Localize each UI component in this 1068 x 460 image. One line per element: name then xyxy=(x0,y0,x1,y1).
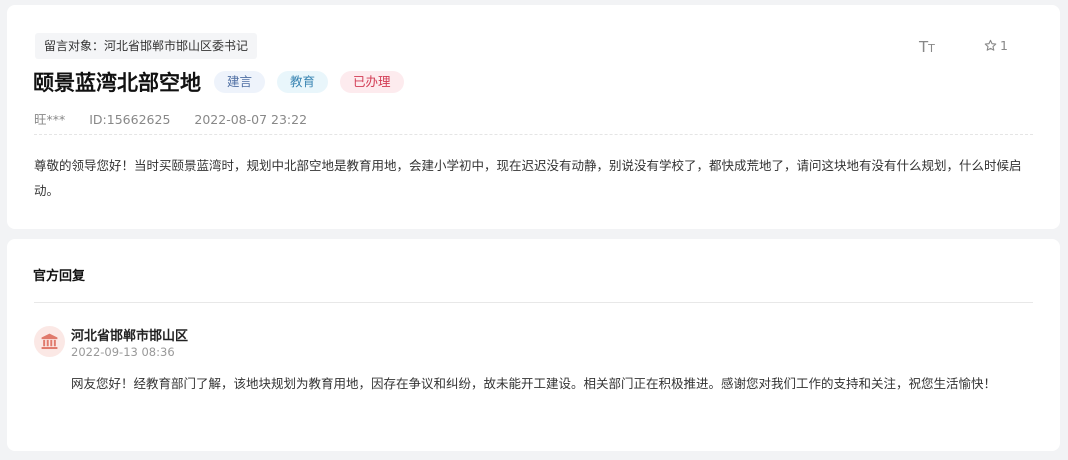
category-badge-suggestion: 建言 xyxy=(214,71,266,93)
message-target-tag: 留言对象：河北省邯郸市邯山区委书记 xyxy=(35,33,258,59)
favorite-button[interactable]: 1 xyxy=(984,38,1008,53)
reply-time: 2022-09-13 08:36 xyxy=(71,345,175,359)
star-icon xyxy=(984,39,997,51)
favorite-count: 1 xyxy=(1000,38,1008,53)
font-size-icon: TT xyxy=(919,38,935,56)
font-size-button[interactable]: TT xyxy=(919,38,935,56)
category-badge-education: 教育 xyxy=(277,71,329,93)
reply-heading: 官方回复 xyxy=(33,269,86,284)
divider xyxy=(34,134,1033,135)
message-content: 尊敬的领导您好！当时买颐景蓝湾时，规划中北部空地是教育用地，会建小学初中，现在迟… xyxy=(34,158,1022,198)
divider xyxy=(34,302,1033,303)
status-badge: 已办理 xyxy=(340,71,404,93)
message-meta: 旺*** ID:15662625 2022-08-07 23:22 xyxy=(34,109,327,128)
message-card: 留言对象：河北省邯郸市邯山区委书记 TT 1 颐景蓝湾北部空地 建言 教育 已办… xyxy=(7,5,1060,229)
message-title: 颐景蓝湾北部空地 xyxy=(33,71,201,95)
avatar xyxy=(34,326,65,357)
official-reply-card: 官方回复 河北省邯郸市邯山区 2022-09-13 08:36 网友您好！经教育… xyxy=(7,239,1060,451)
author-name: 旺*** xyxy=(34,112,66,127)
message-id: ID:15662625 xyxy=(89,112,171,127)
government-building-icon xyxy=(41,333,58,350)
message-datetime: 2022-08-07 23:22 xyxy=(194,112,308,127)
replier-name: 河北省邯郸市邯山区 xyxy=(71,329,189,344)
title-row: 颐景蓝湾北部空地 建言 教育 已办理 xyxy=(33,67,404,97)
reply-text: 网友您好！经教育部门了解，该地块规划为教育用地，因存在争议和纠纷，故未能开工建设… xyxy=(71,376,997,391)
